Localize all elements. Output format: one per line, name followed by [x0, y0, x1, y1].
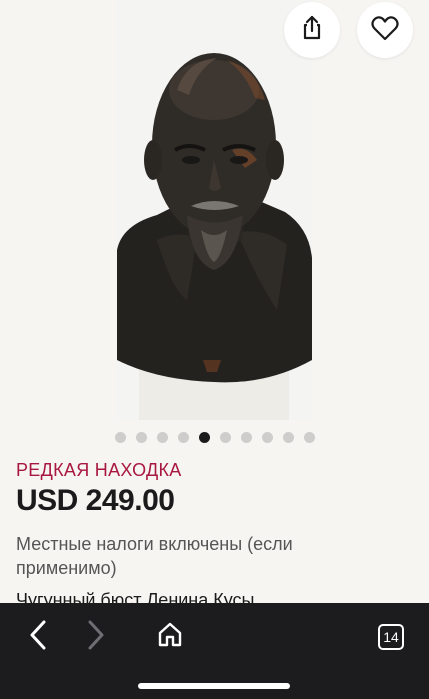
- carousel-dot[interactable]: [261, 432, 273, 443]
- listing-page: РЕДКАЯ НАХОДКА USD 249.00 Местные налоги…: [0, 0, 429, 699]
- forward-button[interactable]: [76, 619, 116, 655]
- chevron-right-icon: [84, 619, 108, 656]
- tabs-button[interactable]: 14: [371, 619, 411, 655]
- share-button[interactable]: [284, 2, 340, 58]
- tab-count: 14: [383, 629, 399, 645]
- tabs-icon: 14: [378, 624, 404, 650]
- home-button[interactable]: [150, 619, 190, 655]
- heart-icon: [370, 14, 400, 47]
- carousel-dot[interactable]: [282, 432, 294, 443]
- carousel-dots[interactable]: [0, 432, 429, 443]
- carousel-dot[interactable]: [156, 432, 168, 443]
- carousel-dot[interactable]: [135, 432, 147, 443]
- rare-find-badge: РЕДКАЯ НАХОДКА: [16, 460, 182, 480]
- product-price: USD 249.00: [16, 484, 175, 517]
- share-icon: [298, 14, 326, 47]
- home-icon: [156, 621, 184, 654]
- product-photo[interactable]: [117, 0, 312, 420]
- carousel-dot[interactable]: [177, 432, 189, 443]
- carousel-dot[interactable]: [114, 432, 126, 443]
- carousel-dot[interactable]: [303, 432, 315, 443]
- back-button[interactable]: [18, 619, 58, 655]
- carousel-dot[interactable]: [219, 432, 231, 443]
- carousel-dot[interactable]: [240, 432, 252, 443]
- carousel-dot-active[interactable]: [198, 432, 210, 443]
- tax-note: Местные налоги включены (если применимо): [16, 534, 293, 578]
- home-indicator: [138, 683, 290, 689]
- chevron-left-icon: [26, 619, 50, 656]
- favorite-button[interactable]: [357, 2, 413, 58]
- product-image-carousel[interactable]: [0, 0, 429, 420]
